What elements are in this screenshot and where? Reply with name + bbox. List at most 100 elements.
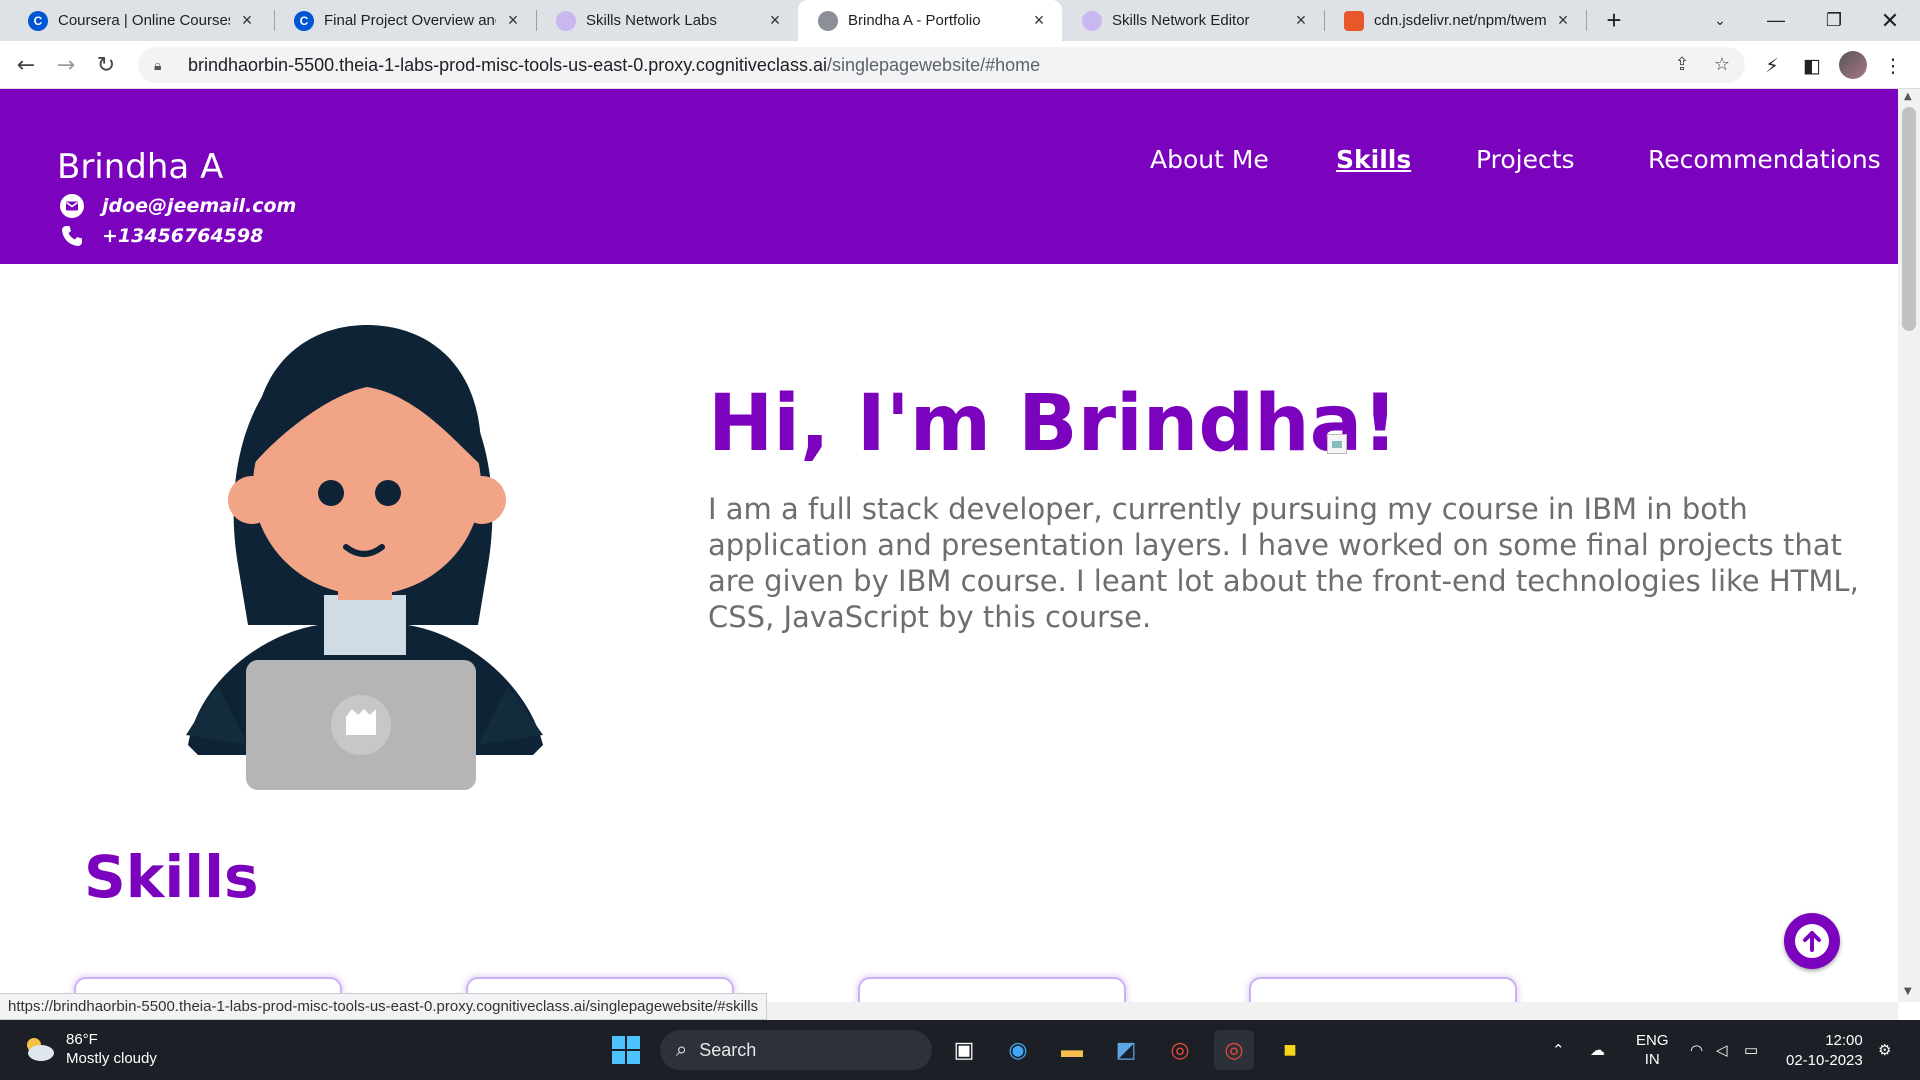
address-bar[interactable]: 🔒︎ brindhaorbin-5500.theia-1-labs-prod-m…	[138, 47, 1745, 83]
tab-skills-network-labs[interactable]: Skills Network Labs ×	[536, 0, 798, 41]
windows-start-icon[interactable]	[606, 1030, 646, 1070]
show-hidden-icons-chevron-icon[interactable]: ⌃	[1552, 1020, 1565, 1080]
tab-title: Brindha A - Portfolio	[848, 12, 981, 29]
side-panel-icon[interactable]: ◧	[1799, 53, 1825, 79]
url-path: /singlepagewebsite/#home	[826, 54, 1041, 75]
close-icon[interactable]: ×	[1554, 10, 1572, 31]
close-icon[interactable]: ×	[1030, 10, 1048, 31]
email-contact: jdoe@jeemail.com	[59, 193, 296, 219]
lock-icon: 🔒︎	[154, 56, 162, 73]
skill-card[interactable]	[858, 977, 1126, 1002]
clock-date: 02-10-2023	[1786, 1052, 1863, 1069]
language-indicator[interactable]: ENG IN	[1636, 1020, 1669, 1080]
reload-button[interactable]: ↻	[88, 47, 124, 83]
restore-button[interactable]: ❐	[1806, 0, 1862, 41]
tab-title: cdn.jsdelivr.net/npm/twem	[1374, 12, 1546, 29]
task-view-icon[interactable]: ▣	[944, 1030, 984, 1070]
region-code: IN	[1644, 1051, 1660, 1068]
edge-browser-icon[interactable]: ◉	[998, 1030, 1038, 1070]
tab-title: Coursera | Online Courses	[58, 12, 230, 29]
profile-avatar[interactable]	[1839, 51, 1867, 79]
nav-link-projects[interactable]: Projects	[1476, 145, 1575, 174]
nav-link-about-me[interactable]: About Me	[1150, 145, 1269, 174]
forward-button[interactable]: →	[48, 47, 84, 83]
weather-widget[interactable]: 86°F Mostly cloudy	[22, 1030, 157, 1068]
extension-icon[interactable]: ⚡	[1759, 53, 1785, 79]
tab-portfolio[interactable]: Brindha A - Portfolio ×	[798, 0, 1062, 41]
new-tab-button[interactable]: +	[1598, 4, 1630, 36]
tab-skills-network-editor[interactable]: Skills Network Editor ×	[1062, 0, 1324, 41]
back-button[interactable]: ←	[8, 47, 44, 83]
clock-time: 12:00	[1825, 1032, 1863, 1049]
skill-card[interactable]	[1249, 977, 1517, 1002]
tab-title: Final Project Overview and	[324, 12, 496, 29]
broken-image-icon	[1327, 434, 1347, 454]
taskbar-search[interactable]: ⌕ Search	[660, 1030, 932, 1070]
sticky-notes-icon[interactable]: ■	[1270, 1030, 1310, 1070]
skills-network-icon	[1082, 10, 1102, 31]
scroll-down-arrow-icon[interactable]: ▼	[1904, 986, 1912, 997]
language-code: ENG	[1636, 1032, 1669, 1049]
link-status-bubble: https://brindhaorbin-5500.theia-1-labs-p…	[0, 993, 768, 1020]
menu-kebab-icon[interactable]: ⋮	[1880, 53, 1906, 79]
shield-icon	[1344, 10, 1364, 31]
coursera-icon: C	[294, 10, 314, 31]
vertical-scrollbar[interactable]: ▲ ▼	[1898, 89, 1920, 1002]
close-window-button[interactable]: ✕	[1862, 0, 1918, 41]
nav-link-skills[interactable]: Skills	[1336, 145, 1411, 174]
close-icon[interactable]: ×	[1292, 10, 1310, 31]
browser-toolbar: ← → ↻ 🔒︎ brindhaorbin-5500.theia-1-labs-…	[0, 41, 1920, 89]
weather-temperature: 86°F	[66, 1031, 98, 1048]
notification-icon[interactable]: ⚙	[1878, 1020, 1891, 1080]
envelope-icon	[59, 193, 85, 219]
battery-icon[interactable]: ▭	[1744, 1020, 1758, 1080]
scroll-up-arrow-icon[interactable]: ▲	[1904, 91, 1912, 102]
skills-heading: Skills	[84, 843, 259, 911]
page-viewport: Brindha A jdoe@jeemail.com +13456764598 …	[0, 89, 1898, 1002]
file-explorer-icon[interactable]: ▬	[1052, 1030, 1092, 1070]
hero-description: I am a full stack developer, currently p…	[708, 492, 1859, 634]
search-label: Search	[699, 1039, 757, 1060]
coursera-icon: C	[28, 10, 48, 31]
skills-network-icon	[556, 10, 576, 31]
tab-title: Skills Network Labs	[586, 12, 717, 29]
close-icon[interactable]: ×	[504, 10, 522, 31]
volume-icon[interactable]: ◁	[1716, 1020, 1728, 1080]
onedrive-cloud-icon[interactable]: ☁	[1590, 1020, 1605, 1080]
weather-description: Mostly cloudy	[66, 1050, 157, 1067]
tab-cdn-jsdelivr[interactable]: cdn.jsdelivr.net/npm/twem ×	[1324, 0, 1586, 41]
minimize-button[interactable]: —	[1748, 0, 1804, 41]
phone-contact: +13456764598	[59, 223, 263, 249]
tab-search-chevron-icon[interactable]: ⌄	[1692, 0, 1748, 41]
hero-title: Hi, I'm Brindha!	[708, 379, 1398, 469]
tab-title: Skills Network Editor	[1112, 12, 1250, 29]
close-icon[interactable]: ×	[238, 10, 256, 31]
chrome-profile-icon[interactable]: ◎	[1214, 1030, 1254, 1070]
email-text: jdoe@jeemail.com	[102, 195, 297, 217]
wifi-icon[interactable]: ◠	[1690, 1020, 1703, 1080]
photos-icon[interactable]: ◩	[1106, 1030, 1146, 1070]
tab-separator	[1586, 10, 1587, 31]
system-clock[interactable]: 12:00 02-10-2023	[1786, 1031, 1863, 1071]
search-icon: ⌕	[676, 1038, 688, 1061]
developer-avatar-illustration	[186, 325, 543, 790]
tab-coursera[interactable]: C Coursera | Online Courses ×	[8, 0, 270, 41]
cloud-sun-icon	[27, 1038, 54, 1061]
site-name: Brindha A	[57, 147, 224, 187]
scrollbar-thumb[interactable]	[1902, 107, 1916, 331]
windows-taskbar: 86°F Mostly cloudy ⌕ Search ▣ ◉ ▬ ◩ ◎ ◎ …	[0, 1020, 1920, 1080]
site-header: Brindha A jdoe@jeemail.com +13456764598 …	[0, 89, 1898, 264]
arrow-up-icon	[1795, 924, 1829, 958]
chrome-icon[interactable]: ◎	[1160, 1030, 1200, 1070]
tab-final-project[interactable]: C Final Project Overview and ×	[274, 0, 536, 41]
nav-link-recommendations[interactable]: Recommendations	[1648, 145, 1881, 174]
phone-text: +13456764598	[102, 225, 264, 247]
phone-icon	[59, 223, 85, 249]
scroll-to-top-button[interactable]	[1784, 913, 1840, 969]
bookmark-star-icon[interactable]: ☆	[1710, 53, 1734, 77]
tab-strip: C Coursera | Online Courses × C Final Pr…	[0, 0, 1920, 41]
share-icon[interactable]: ⇪	[1670, 53, 1694, 77]
url-host: brindhaorbin-5500.theia-1-labs-prod-misc…	[188, 54, 827, 75]
globe-icon	[818, 10, 838, 31]
close-icon[interactable]: ×	[766, 10, 784, 31]
